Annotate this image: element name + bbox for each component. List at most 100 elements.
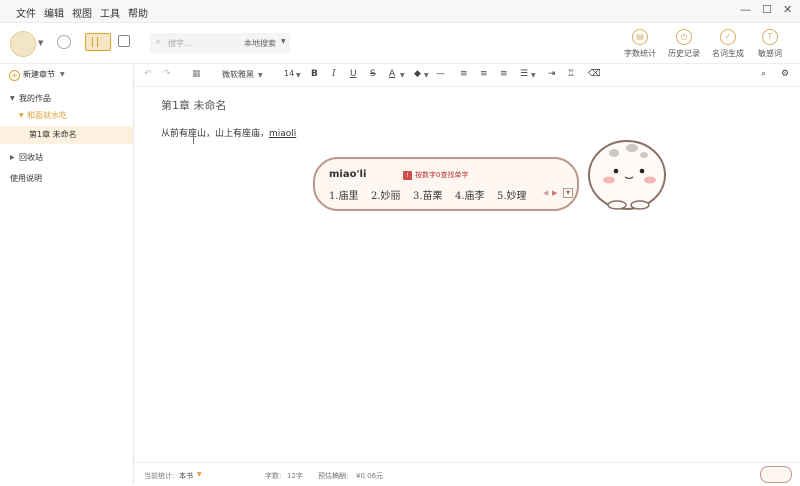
page-next-icon[interactable]: ▶ [552,189,557,197]
chapter-title[interactable]: 第1章 未命名 [161,97,227,113]
chevron-down-icon: ▼ [281,38,286,45]
chevron-down-icon[interactable]: ▼ [197,471,202,478]
tree-help[interactable]: 使用说明 [0,170,133,188]
undo-icon[interactable]: ↶ [144,69,152,79]
expand-arrow-icon: ▼ [10,95,15,102]
ime-toolbar-icon[interactable] [760,466,792,483]
composing-text: miaoli [269,129,297,139]
editor-text[interactable]: 从前有座山，山上有座庙，miaoli [161,126,296,139]
redo-icon[interactable]: ↷ [163,69,171,79]
bold-icon[interactable]: B [311,69,318,79]
tree-book[interactable]: ▼ 和面就水吃 [0,107,133,125]
candidate-2[interactable]: 2.妙丽 [371,187,401,202]
sensitive-icon: T [762,29,778,45]
menu-help[interactable]: 帮助 [128,5,148,20]
search-input[interactable]: 搜字... [168,38,192,49]
eraser-icon[interactable]: ⌫ [588,69,601,79]
income-value: ¥0.06元 [356,472,384,480]
font-color-icon[interactable]: A [389,69,395,79]
layout-split-icon[interactable] [85,33,111,51]
expand-arrow-icon: ▼ [19,112,24,119]
word-count-label: 字数: [265,472,282,480]
stat-scope-value[interactable]: 本书 [179,471,193,481]
word-count-button[interactable]: ▤ 字数统计 [618,29,662,59]
tree-recycle[interactable]: ▶ 回收站 [0,149,133,167]
sidebar: + 新建章节 ▼ ▼ 我的作品 ▼ 和面就水吃 第1章 未命名 ▶ 回收站 使用… [0,64,134,485]
new-chapter-label: 新建章节 [23,70,55,79]
align-right-icon[interactable]: ≡ [500,69,508,79]
indent-icon[interactable]: ⇥ [548,69,556,79]
stat-scope-label: 当前统计: [144,472,175,480]
minimize-icon[interactable]: — [740,3,751,16]
ime-composition: miao'li [329,169,367,180]
align-left-icon[interactable]: ≡ [460,69,468,79]
candidate-3[interactable]: 3.苗栗 [413,187,443,202]
candidate-5[interactable]: 5.妙理 [497,187,527,202]
format-brush-icon[interactable]: ▦ [192,69,201,79]
sensitive-words-label: 敏感词 [758,49,782,58]
underline-icon[interactable]: U [350,69,357,79]
tree-help-label: 使用说明 [10,174,42,183]
menu-edit[interactable]: 编辑 [44,5,64,20]
income-label: 预估稿酬: [318,472,349,480]
close-icon[interactable]: ✕ [783,3,792,16]
chevron-down-icon: ▼ [424,72,429,79]
chevron-down-icon: ▼ [258,72,263,79]
history-label: 历史记录 [668,49,700,58]
italic-icon[interactable]: I [332,69,336,79]
strikethrough-icon[interactable]: S [370,69,376,79]
search-scope[interactable]: 本地搜索 [244,38,276,49]
search-box[interactable]: ⌕ 搜字... 本地搜索 ▼ [150,33,290,53]
avatar[interactable] [10,31,36,57]
add-icon: + [9,70,20,81]
tree-book-label: 和面就水吃 [27,111,67,120]
history-button[interactable]: ◷ 历史记录 [662,29,706,59]
name-generator-button[interactable]: ✓ 名词生成 [706,29,750,59]
page-prev-icon[interactable]: ◀ [543,189,548,197]
divider-line-icon[interactable]: — [436,69,445,79]
menu-bar: 文件 编辑 视图 工具 帮助 — ☐ ✕ [0,0,800,23]
chevron-down-icon: ▼ [531,72,536,79]
paint-format-icon[interactable]: ♖ [567,69,575,79]
candidate-1[interactable]: 1.庙里 [329,187,359,202]
tree-my-works[interactable]: ▼ 我的作品 [0,90,133,108]
refresh-icon[interactable] [57,35,71,49]
chevron-down-icon: ▼ [400,72,405,79]
tree-chapter-selected[interactable]: 第1章 未命名 [0,126,133,144]
menu-tools[interactable]: 工具 [100,5,120,20]
word-count-label: 字数统计 [624,49,656,58]
find-icon[interactable]: ⌕ [761,69,766,79]
new-chapter-button[interactable]: + 新建章节 ▼ [0,66,133,84]
mascot-blush [603,176,615,184]
font-family-select[interactable]: 微软雅黑 [222,69,254,80]
settings-gear-icon[interactable]: ⚙ [781,69,789,79]
mascot-fur-spot [609,149,619,157]
font-size-select[interactable]: 14 [284,69,294,78]
mascot-blush [644,176,656,184]
align-center-icon[interactable]: ≡ [480,69,488,79]
tree-chapter-label: 第1章 未命名 [29,130,77,139]
expand-candidates-icon[interactable]: ▼ [563,188,573,198]
collapse-arrow-icon: ▶ [10,154,15,161]
layout-single-icon[interactable] [118,35,130,47]
editor-area[interactable]: 第1章 未命名 从前有座山，山上有座庙，miaoli I [134,87,800,462]
tree-my-works-label: 我的作品 [19,94,51,103]
mascot-eye [639,168,645,174]
sensitive-words-button[interactable]: T 敏感词 [748,29,792,59]
maximize-icon[interactable]: ☐ [762,3,772,16]
mascot-paw [607,200,627,210]
mascot-paw [630,200,650,210]
ime-tip-text: 按数字0查找单字 [415,171,469,179]
mascot-eye [613,168,619,174]
body-text: 从前有座山，山上有座庙， [161,129,270,139]
chevron-down-icon[interactable]: ▼ [38,39,43,47]
line-spacing-icon[interactable]: ☰ [520,69,528,79]
text-cursor-icon: I [192,136,195,147]
top-toolbar: ▼ ⌕ 搜字... 本地搜索 ▼ ▤ 字数统计 ◷ 历史记录 ✓ 名词生成 T … [0,23,800,64]
menu-file[interactable]: 文件 [16,5,36,20]
menu-view[interactable]: 视图 [72,5,92,20]
candidate-4[interactable]: 4.庙李 [455,187,485,202]
highlight-icon[interactable]: ◆ [414,69,421,79]
status-bar: 当前统计: 本书 ▼ 字数: 12字 预估稿酬: ¥0.06元 [134,462,800,486]
generate-icon: ✓ [720,29,736,45]
